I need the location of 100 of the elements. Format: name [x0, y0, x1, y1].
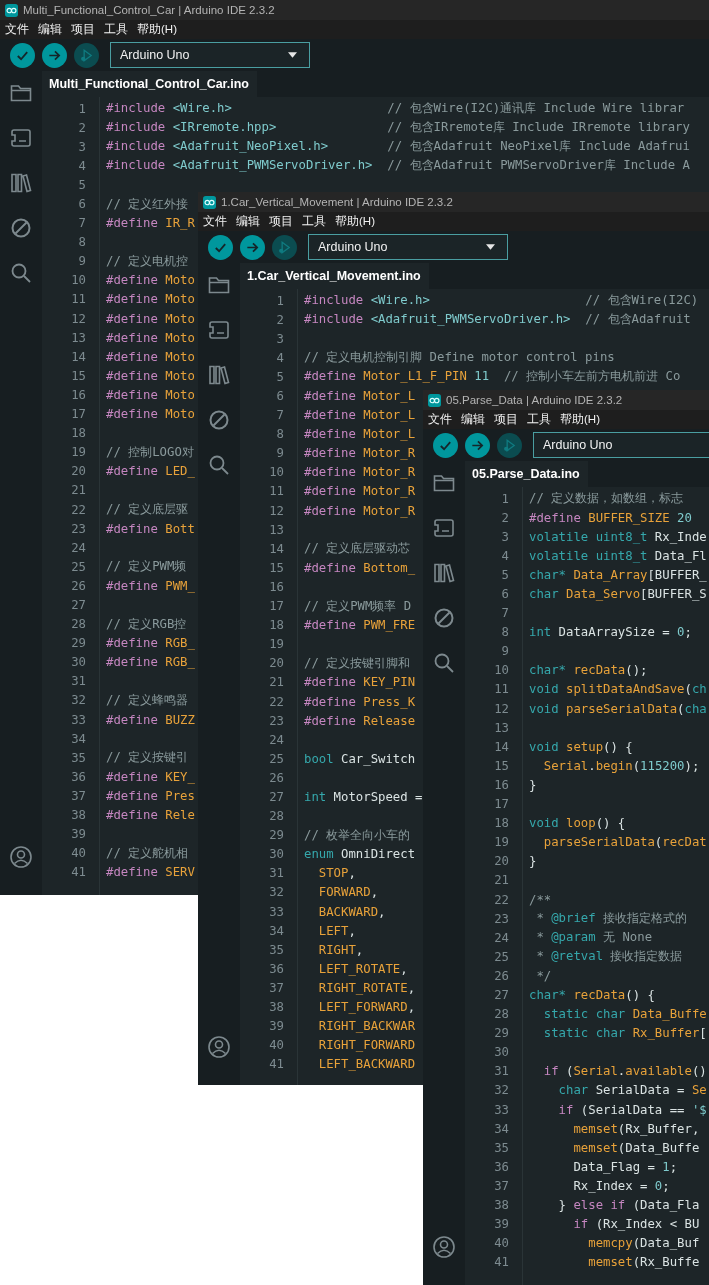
file-tab[interactable]: Multi_Functional_Control_Car.ino	[42, 71, 257, 97]
code-line: memcpy(Data_Buf	[587, 1236, 700, 1251]
verify-button[interactable]	[208, 234, 233, 260]
upload-button[interactable]	[42, 42, 67, 68]
code-line: if (SerialData == '$	[557, 1102, 707, 1117]
line-number: 12	[268, 503, 284, 518]
menu-item[interactable]: 项目	[269, 214, 293, 229]
code-line: char* recData() {	[529, 988, 655, 1002]
menu-item[interactable]: 编辑	[236, 214, 260, 229]
line-number: 31	[268, 866, 284, 881]
menu-item[interactable]: 项目	[71, 22, 95, 37]
menu-item[interactable]: 工具	[302, 214, 326, 229]
code-line: RIGHT,	[317, 942, 364, 957]
books-icon[interactable]	[207, 363, 231, 387]
line-number: 41	[70, 865, 86, 880]
infinity-logo-icon	[428, 393, 441, 407]
line-number: 30	[493, 1045, 509, 1060]
menu-item[interactable]: 帮助(H)	[335, 214, 375, 229]
code-line: }	[529, 777, 537, 792]
no-entry-icon[interactable]	[432, 606, 456, 630]
code-line: #define LED_	[106, 464, 195, 479]
play-bug-icon	[502, 437, 517, 453]
code-line: #define Motor_R	[304, 503, 416, 518]
code-line: */	[535, 968, 552, 983]
line-number: 23	[70, 521, 86, 536]
file-tab[interactable]: 05.Parse_Data.ino	[465, 461, 588, 487]
line-number: 11	[493, 682, 509, 697]
menu-item[interactable]: 编辑	[461, 412, 485, 427]
profile-icon[interactable]	[207, 1035, 231, 1059]
verify-button[interactable]	[10, 42, 35, 68]
line-number: 4	[77, 158, 86, 173]
infinity-logo-icon	[5, 3, 18, 17]
line-number: 9	[275, 446, 284, 461]
profile-icon[interactable]	[432, 1235, 456, 1259]
board-icon[interactable]	[9, 126, 33, 150]
code-line: LEFT_BACKWARD	[317, 1057, 416, 1072]
line-number: 7	[500, 606, 509, 621]
menu-item[interactable]: 帮助(H)	[560, 412, 600, 427]
line-number: 31	[493, 1064, 509, 1079]
board-icon[interactable]	[207, 318, 231, 342]
line-number: 35	[268, 942, 284, 957]
code-line: STOP,	[317, 866, 356, 881]
board-selector[interactable]: Arduino Uno	[110, 42, 310, 68]
line-number: 18	[70, 426, 86, 441]
line-number: 27	[493, 988, 509, 1002]
line-number: 15	[268, 560, 284, 575]
menu-item[interactable]: 文件	[5, 22, 29, 37]
code-line: // 定义舵机相	[106, 844, 189, 862]
upload-button[interactable]	[465, 432, 490, 458]
code-line: #define Bottom_	[304, 560, 416, 575]
line-number: 7	[275, 408, 284, 423]
menu-item[interactable]: 文件	[428, 412, 452, 427]
code-line: volatile uint8_t Data_Fl	[529, 548, 707, 563]
code-line: * @param 无 None	[535, 929, 653, 947]
code-line: volatile uint8_t Rx_Inde	[529, 529, 707, 544]
line-number: 30	[70, 655, 86, 670]
line-number: 14	[493, 739, 509, 754]
menu-item[interactable]: 工具	[527, 412, 551, 427]
menu-item[interactable]: 帮助(H)	[137, 22, 177, 37]
line-number: 34	[493, 1121, 509, 1136]
line-number: 16	[268, 579, 284, 594]
code-line: // 定义底层驱动芯	[304, 540, 411, 558]
profile-icon[interactable]	[9, 845, 33, 869]
line-number: 21	[493, 873, 509, 888]
search-icon[interactable]	[432, 651, 456, 675]
code-line: char SerialData = Se	[557, 1083, 707, 1098]
line-number: 29	[493, 1026, 509, 1041]
code-line: #include <Adafruit_PWMServoDriver.h> // 包含Adafruit	[304, 311, 691, 329]
line-number: 28	[70, 617, 86, 632]
search-icon[interactable]	[207, 453, 231, 477]
menu-item[interactable]: 文件	[203, 214, 227, 229]
code-line: RIGHT_FORWARD	[317, 1038, 416, 1053]
menu-item[interactable]: 项目	[494, 412, 518, 427]
line-number: 24	[493, 930, 509, 945]
no-entry-icon[interactable]	[9, 216, 33, 240]
line-number: 36	[268, 961, 284, 976]
line-number: 8	[77, 235, 86, 250]
line-number: 41	[268, 1057, 284, 1072]
code-line: parseSerialData(recDat	[542, 835, 707, 850]
line-number: 15	[70, 368, 86, 383]
no-entry-icon[interactable]	[207, 408, 231, 432]
board-selector[interactable]: Arduino Uno	[308, 234, 508, 260]
code-line: #define Motor_L1_F_PIN 11 // 控制小车左前方电机前进 Co	[304, 368, 681, 386]
line-number: 3	[275, 331, 284, 346]
line-number: 40	[268, 1038, 284, 1053]
file-tab[interactable]: 1.Car_Vertical_Movement.ino	[240, 263, 429, 289]
line-number: 35	[70, 750, 86, 765]
board-selector[interactable]: Arduino Uno	[533, 432, 709, 458]
books-icon[interactable]	[432, 561, 456, 585]
line-number: 37	[493, 1178, 509, 1193]
menu-item[interactable]: 编辑	[38, 22, 62, 37]
line-number: 12	[70, 311, 86, 326]
search-icon[interactable]	[9, 261, 33, 285]
line-number: 36	[493, 1159, 509, 1174]
books-icon[interactable]	[9, 171, 33, 195]
menu-item[interactable]: 工具	[104, 22, 128, 37]
board-icon[interactable]	[432, 516, 456, 540]
verify-button[interactable]	[433, 432, 458, 458]
upload-button[interactable]	[240, 234, 265, 260]
line-number: 25	[268, 751, 284, 766]
